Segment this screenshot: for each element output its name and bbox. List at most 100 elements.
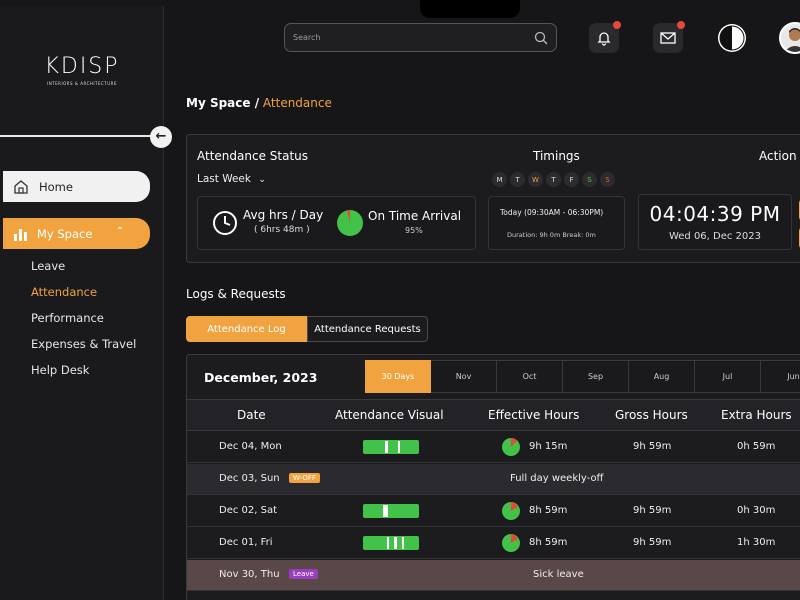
table-row[interactable]: Nov 30, Thu Leave Sick leave (187, 560, 800, 591)
shift-duration: Duration: 9h 0m Break: 0m (507, 231, 596, 239)
bell-icon (597, 32, 611, 46)
sidebar-item-label: Home (39, 179, 73, 194)
clock-card: 04:04:39 PM Wed 06, Dec 2023 (638, 194, 792, 250)
tab-attendance-requests[interactable]: Attendance Requests (307, 316, 428, 342)
cell-extra: 1h 30m (737, 537, 776, 548)
cell-date: Dec 03, Sun (219, 473, 280, 484)
col-effective[interactable]: Effective Hours (488, 408, 579, 422)
sidebar-item-home[interactable]: Home (3, 171, 150, 202)
chevron-up-icon: ⌃ (115, 226, 124, 237)
cell-effective: 8h 59m (529, 505, 568, 516)
col-date[interactable]: Date (237, 408, 266, 422)
attendance-status-panel: Attendance Status Last Week ⌄ Timings Ac… (186, 134, 800, 263)
table-row[interactable]: Dec 04, Mon 9h 15m 9h 59m 0h 59m (187, 432, 800, 463)
attendance-visual-bar (363, 536, 419, 550)
table-row[interactable]: Dec 03, Sun W-OFF Full day weekly-off (187, 464, 800, 495)
logs-tabs: Attendance Log Attendance Requests (186, 316, 428, 342)
home-icon (14, 179, 28, 194)
breadcrumb-parent[interactable]: My Space / (186, 96, 259, 110)
attendance-visual-bar (363, 504, 419, 518)
month-tab-sep[interactable]: Sep (563, 360, 629, 393)
avg-hours-label: Avg hrs / Day (243, 208, 324, 222)
user-photo (784, 28, 800, 52)
status-badge: Leave (289, 569, 318, 579)
cell-date: Dec 04, Mon (219, 441, 282, 452)
month-tab-oct[interactable]: Oct (497, 360, 563, 393)
sidebar: KDISP INTERIORS & ARCHITECTURE ← Home My… (0, 6, 172, 600)
day-sun[interactable]: S (600, 172, 615, 187)
sidebar-item-myspace[interactable]: My Space ⌃ (3, 218, 150, 249)
search-icon[interactable] (534, 31, 548, 45)
tab-attendance-log[interactable]: Attendance Log (186, 316, 307, 342)
month-tab-aug[interactable]: Aug (629, 360, 695, 393)
weekday-selector: M T W T F S S (492, 172, 615, 187)
messages-button[interactable] (653, 21, 685, 53)
attendance-visual-bar (363, 440, 419, 454)
month-tab-nov[interactable]: Nov (431, 360, 497, 393)
current-date: Wed 06, Dec 2023 (668, 231, 762, 242)
sidebar-subnav: Leave Attendance Performance Expenses & … (31, 258, 136, 388)
month-tabs: 30 Days Nov Oct Sep Aug Jul Jun (365, 360, 800, 393)
sidebar-item-attendance[interactable]: Attendance (31, 284, 136, 310)
timings-title: Timings (533, 149, 580, 163)
logo-text: KDISP (44, 54, 120, 79)
bar-chart-icon (14, 228, 27, 241)
sidebar-item-label: My Space (37, 226, 93, 241)
cell-date: Nov 30, Thu (219, 569, 280, 580)
day-mon[interactable]: M (492, 172, 507, 187)
search-input[interactable] (293, 33, 534, 42)
col-extra[interactable]: Extra Hours (721, 408, 792, 422)
cell-extra: 0h 59m (737, 441, 776, 452)
pie-chart-icon (502, 438, 520, 456)
current-time: 04:04:39 PM (649, 202, 781, 226)
search-bar[interactable] (284, 23, 557, 52)
pie-chart-icon (502, 534, 520, 552)
logo-tagline: INTERIORS & ARCHITECTURE (47, 81, 117, 86)
ontime-value: 95% (405, 226, 423, 235)
month-tab-jun[interactable]: Jun (761, 360, 800, 393)
sidebar-item-helpdesk[interactable]: Help Desk (31, 362, 136, 388)
ontime-label: On Time Arrival (368, 209, 462, 223)
pie-chart-icon (337, 210, 363, 236)
chevron-down-icon: ⌄ (258, 175, 266, 185)
divider (0, 135, 152, 137)
range-value: Last Week (197, 173, 251, 185)
col-visual[interactable]: Attendance Visual (335, 408, 444, 422)
message-dot (677, 21, 685, 29)
sidebar-item-performance[interactable]: Performance (31, 310, 136, 336)
breadcrumb: My Space / Attendance (186, 96, 332, 110)
range-dropdown[interactable]: Last Week ⌄ (197, 173, 266, 185)
month-filter-row: December, 2023 30 Days Nov Oct Sep Aug J… (187, 355, 800, 400)
day-sat[interactable]: S (582, 172, 597, 187)
collapse-sidebar-button[interactable]: ← (150, 126, 172, 148)
notifications-button[interactable] (589, 21, 621, 53)
mail-icon (660, 32, 676, 44)
avatar[interactable] (779, 22, 800, 54)
table-row[interactable]: Dec 01, Fri 8h 59m 9h 59m 1h 30m (187, 528, 800, 559)
col-gross[interactable]: Gross Hours (615, 408, 688, 422)
notification-dot (613, 21, 621, 29)
month-tab-jul[interactable]: Jul (695, 360, 761, 393)
sidebar-item-expenses[interactable]: Expenses & Travel (31, 336, 136, 362)
timings-card: Today (09:30AM - 06:30PM) Duration: 9h 0… (488, 196, 625, 250)
cell-gross: 9h 59m (633, 537, 672, 548)
cell-date: Dec 01, Fri (219, 537, 273, 548)
clock-icon (213, 211, 237, 235)
day-wed[interactable]: W (528, 172, 543, 187)
breadcrumb-current: Attendance (259, 96, 332, 110)
shift-today: Today (09:30AM - 06:30PM) (500, 208, 604, 217)
sidebar-item-leave[interactable]: Leave (31, 258, 136, 284)
pie-chart-icon (502, 502, 520, 520)
day-tue[interactable]: T (510, 172, 525, 187)
cell-effective: 9h 15m (529, 441, 568, 452)
status-badge: W-OFF (289, 473, 320, 483)
day-fri[interactable]: F (564, 172, 579, 187)
cell-effective: 8h 59m (529, 537, 568, 548)
cell-gross: 9h 59m (633, 441, 672, 452)
month-tab-30days[interactable]: 30 Days (365, 360, 431, 393)
action-title: Action (759, 149, 797, 163)
theme-toggle-icon[interactable] (716, 22, 748, 54)
day-thu[interactable]: T (546, 172, 561, 187)
table-row[interactable]: Dec 02, Sat 8h 59m 9h 59m 0h 30m (187, 496, 800, 527)
logo[interactable]: KDISP INTERIORS & ARCHITECTURE (30, 54, 134, 86)
